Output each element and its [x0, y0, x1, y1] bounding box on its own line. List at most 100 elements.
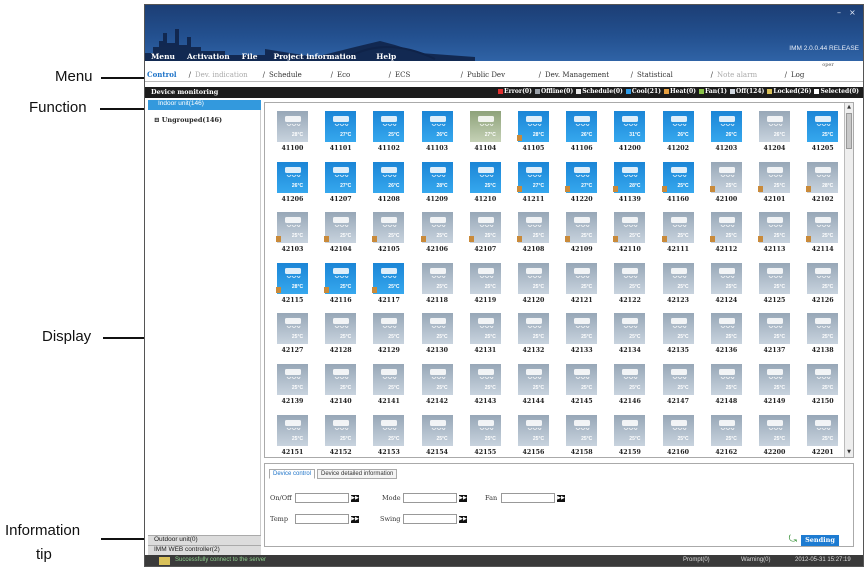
function-tab-ecs[interactable]: ECS — [395, 71, 410, 79]
indoor-unit-tile[interactable]: 25°C 42103 — [272, 212, 309, 257]
indoor-unit-tile[interactable]: 26°C 41103 — [417, 111, 454, 156]
indoor-unit-tile[interactable]: 25°C 42124 — [706, 262, 743, 308]
indoor-unit-tile[interactable]: 25°C 42144 — [513, 364, 550, 409]
indoor-unit-tile[interactable]: 25°C 42201 — [802, 414, 839, 457]
mode-field[interactable] — [403, 493, 457, 503]
function-tab-statistical[interactable]: Statistical — [637, 71, 673, 79]
tree-tab-imm-web-controller[interactable]: IMM WEB controller(2) — [148, 545, 261, 555]
indoor-unit-tile[interactable]: 26°C 41204 — [754, 111, 791, 156]
indoor-unit-tile[interactable]: 25°C 42111 — [658, 212, 695, 257]
indoor-unit-tile[interactable]: 25°C 42117 — [368, 262, 405, 308]
indoor-unit-tile[interactable]: 25°C 42151 — [272, 414, 309, 457]
indoor-unit-tile[interactable]: 25°C 42155 — [465, 414, 502, 457]
indoor-unit-tile[interactable]: 25°C 42119 — [465, 262, 502, 308]
indoor-unit-tile[interactable]: 26°C 41208 — [368, 161, 405, 207]
indoor-unit-tile[interactable]: 25°C 41102 — [368, 111, 405, 156]
indoor-unit-tile[interactable]: 25°C 42143 — [465, 364, 502, 409]
indoor-unit-tile[interactable]: 25°C 42120 — [513, 262, 550, 308]
indoor-unit-tile[interactable]: 25°C 42128 — [320, 313, 357, 358]
sending-button[interactable]: Sending — [801, 535, 839, 546]
indoor-unit-tile[interactable]: 25°C 42122 — [609, 262, 646, 308]
indoor-unit-tile[interactable]: 25°C 42114 — [802, 212, 839, 257]
indoor-unit-tile[interactable]: 25°C 42126 — [802, 262, 839, 308]
indoor-unit-tile[interactable]: 27°C 41207 — [320, 161, 357, 207]
indoor-unit-tile[interactable]: 25°C 41205 — [802, 111, 839, 156]
indoor-unit-tile[interactable]: 25°C 42110 — [609, 212, 646, 257]
function-tab-dev-indication[interactable]: Dev. indication — [195, 71, 248, 79]
indoor-unit-tile[interactable]: 25°C 42145 — [561, 364, 598, 409]
fan-go-button[interactable]: ▶▶ — [557, 495, 565, 502]
display-scrollbar[interactable]: ▲ ▼ — [844, 103, 853, 457]
menu-item-help[interactable]: Help — [362, 52, 402, 64]
indoor-unit-tile[interactable]: 25°C 42133 — [561, 313, 598, 358]
indoor-unit-tile[interactable]: 25°C 42104 — [320, 212, 357, 257]
indoor-unit-tile[interactable]: 25°C 42131 — [465, 313, 502, 358]
indoor-unit-tile[interactable]: 25°C 42108 — [513, 212, 550, 257]
indoor-unit-tile[interactable]: 26°C 41106 — [561, 111, 598, 156]
indoor-unit-tile[interactable]: 25°C 42142 — [417, 364, 454, 409]
indoor-unit-tile[interactable]: 25°C 42147 — [658, 364, 695, 409]
indoor-unit-tile[interactable]: 25°C 42140 — [320, 364, 357, 409]
fan-field[interactable] — [501, 493, 555, 503]
scroll-down-icon[interactable]: ▼ — [846, 449, 852, 456]
indoor-unit-tile[interactable]: 25°C 42200 — [754, 414, 791, 457]
indoor-unit-tile[interactable]: 25°C 42138 — [802, 313, 839, 358]
indoor-unit-tile[interactable]: 25°C 42118 — [417, 262, 454, 308]
indoor-unit-tile[interactable]: 25°C 42106 — [417, 212, 454, 257]
indoor-unit-tile[interactable]: 25°C 42123 — [658, 262, 695, 308]
swing-field[interactable] — [403, 514, 457, 524]
indoor-unit-tile[interactable]: 25°C 42112 — [706, 212, 743, 257]
indoor-unit-tile[interactable]: 25°C 42162 — [706, 414, 743, 457]
indoor-unit-tile[interactable]: 25°C 42146 — [609, 364, 646, 409]
indoor-unit-tile[interactable]: 25°C 42148 — [706, 364, 743, 409]
indoor-unit-tile[interactable]: 25°C 42127 — [272, 313, 309, 358]
indoor-unit-tile[interactable]: 25°C 42121 — [561, 262, 598, 308]
indoor-unit-tile[interactable]: 28°C 41139 — [609, 161, 646, 207]
indoor-unit-tile[interactable]: 28°C 41100 — [272, 111, 309, 156]
indoor-unit-tile[interactable]: 25°C 42152 — [320, 414, 357, 457]
temp-go-button[interactable]: ▶▶ — [351, 516, 359, 523]
swing-go-button[interactable]: ▶▶ — [459, 516, 467, 523]
temp-field[interactable] — [295, 514, 349, 524]
on-off-go-button[interactable]: ▶▶ — [351, 495, 359, 502]
function-tab-control[interactable]: Control — [147, 70, 177, 79]
indoor-unit-tile[interactable]: 25°C 42132 — [513, 313, 550, 358]
scrollbar-thumb[interactable] — [846, 113, 852, 149]
menu-item-activation[interactable]: Activation — [181, 52, 236, 64]
tree-item-indoor-unit[interactable]: Indoor unit(146) — [148, 100, 261, 110]
tree-item-ungrouped[interactable]: ⊟ Ungrouped(146) — [154, 116, 222, 124]
mode-go-button[interactable]: ▶▶ — [459, 495, 467, 502]
indoor-unit-tile[interactable]: 25°C 42153 — [368, 414, 405, 457]
indoor-unit-tile[interactable]: 25°C 42100 — [706, 161, 743, 207]
indoor-unit-tile[interactable]: 25°C 41160 — [658, 161, 695, 207]
indoor-unit-tile[interactable]: 28°C 42115 — [272, 262, 309, 308]
indoor-unit-tile[interactable]: 27°C 41104 — [465, 111, 502, 156]
indoor-unit-tile[interactable]: 25°C 42129 — [368, 313, 405, 358]
indoor-unit-tile[interactable]: 25°C 42101 — [754, 161, 791, 207]
warning-count[interactable]: Warning(0) — [741, 557, 770, 563]
indoor-unit-tile[interactable]: 25°C 42107 — [465, 212, 502, 257]
indoor-unit-tile[interactable]: 25°C 42125 — [754, 262, 791, 308]
indoor-unit-tile[interactable]: 28°C 42102 — [802, 161, 839, 207]
indoor-unit-tile[interactable]: 25°C 42135 — [658, 313, 695, 358]
indoor-unit-tile[interactable]: 25°C 42109 — [561, 212, 598, 257]
function-tab-schedule[interactable]: Schedule — [269, 71, 302, 79]
indoor-unit-tile[interactable]: 25°C 42105 — [368, 212, 405, 257]
refresh-icon[interactable]: ⤿ — [789, 534, 797, 545]
function-tab-log[interactable]: Log — [791, 71, 804, 79]
function-tab-dev-management[interactable]: Dev. Management — [545, 71, 609, 79]
function-tab-public-dev[interactable]: Public Dev — [467, 71, 505, 79]
menu-item-project-information[interactable]: Project information — [263, 52, 362, 64]
indoor-unit-tile[interactable]: 25°C 42160 — [658, 414, 695, 457]
indoor-unit-tile[interactable]: 25°C 42158 — [561, 414, 598, 457]
indoor-unit-tile[interactable]: 25°C 42113 — [754, 212, 791, 257]
indoor-unit-tile[interactable]: 25°C 42137 — [754, 313, 791, 358]
indoor-unit-tile[interactable]: 25°C 42136 — [706, 313, 743, 358]
indoor-unit-tile[interactable]: 25°C 42149 — [754, 364, 791, 409]
function-tab-note-alarm[interactable]: Note alarm — [717, 71, 757, 79]
indoor-unit-tile[interactable]: 25°C 42116 — [320, 262, 357, 308]
indoor-unit-tile[interactable]: 25°C 42154 — [417, 414, 454, 457]
minimize-button[interactable]: – — [837, 8, 847, 17]
indoor-unit-tile[interactable]: 25°C 42156 — [513, 414, 550, 457]
close-button[interactable]: × — [849, 8, 859, 17]
